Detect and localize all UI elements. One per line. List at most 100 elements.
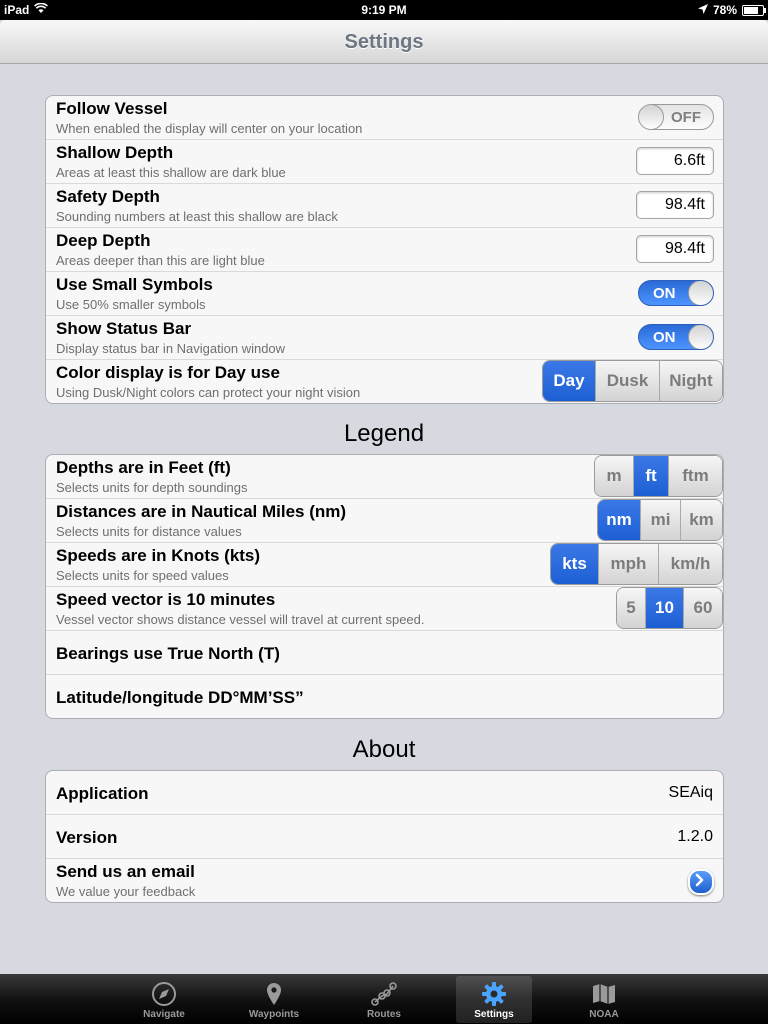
speed-vector-segmented: 5 10 60 [616, 587, 723, 629]
segment-10[interactable]: 10 [645, 588, 683, 628]
color-mode-segmented: Day Dusk Night [542, 360, 723, 402]
setting-subtitle: Sounding numbers at least this shallow a… [56, 209, 338, 224]
tab-label: Settings [474, 1009, 514, 1020]
setting-title: Use Small Symbols [56, 275, 213, 294]
status-bar: iPad 9:19 PM 78% [0, 0, 768, 20]
navigation-bar: Settings [0, 20, 768, 64]
gear-icon [482, 982, 506, 1006]
segment-km[interactable]: km [680, 500, 722, 540]
segment-kmh[interactable]: km/h [658, 544, 722, 584]
tab-label: Navigate [143, 1009, 185, 1020]
about-section-title: About [352, 736, 416, 763]
about-send-email[interactable]: Send us an email We value your feedback [46, 859, 723, 902]
tab-navigate[interactable]: Navigate [126, 976, 202, 1023]
segment-m[interactable]: m [595, 456, 633, 496]
about-version: Version 1.2.0 [46, 815, 723, 859]
shallow-depth-field[interactable]: 6.6ft [636, 147, 714, 175]
about-label: Application [56, 784, 149, 803]
switch-knob [639, 105, 664, 129]
segment-nm[interactable]: nm [598, 500, 640, 540]
setting-subtitle: Selects units for speed values [56, 568, 229, 583]
battery-icon [742, 4, 766, 16]
segment-night[interactable]: Night [659, 361, 722, 401]
disclosure-chevron-icon[interactable] [688, 869, 714, 895]
tab-label: NOAA [589, 1009, 619, 1020]
segment-ftm[interactable]: ftm [668, 456, 722, 496]
follow-vessel-switch[interactable]: OFF [638, 104, 714, 130]
setting-subtitle: Selects units for depth soundings [56, 480, 248, 495]
legend-speed-vector: Speed vector is 10 minutes Vessel vector… [46, 587, 723, 631]
setting-subtitle: Use 50% smaller symbols [56, 297, 206, 312]
safety-depth-field[interactable]: 98.4ft [636, 191, 714, 219]
tab-settings[interactable]: Settings [456, 976, 532, 1023]
deep-depth-field[interactable]: 98.4ft [636, 235, 714, 263]
tab-noaa[interactable]: NOAA [566, 976, 642, 1023]
segment-mi[interactable]: mi [640, 500, 680, 540]
settings-group: Follow Vessel When enabled the display w… [45, 95, 724, 404]
legend-latlon[interactable]: Latitude/longitude DD°MM’SS” [46, 675, 723, 718]
segment-mph[interactable]: mph [598, 544, 658, 584]
setting-subtitle: Using Dusk/Night colors can protect your… [56, 385, 361, 400]
distance-units-segmented: nm mi km [597, 499, 723, 541]
switch-state: ON [653, 285, 676, 302]
page-title: Settings [344, 31, 424, 53]
setting-subtitle: Vessel vector shows distance vessel will… [56, 612, 425, 627]
setting-subtitle: Display status bar in Navigation window [56, 341, 286, 356]
segment-dusk[interactable]: Dusk [595, 361, 659, 401]
speed-units-segmented: kts mph km/h [550, 543, 723, 585]
tab-waypoints[interactable]: Waypoints [236, 976, 312, 1023]
setting-subtitle: Areas deeper than this are light blue [56, 253, 265, 268]
legend-bearings[interactable]: Bearings use True North (T) [46, 631, 723, 675]
setting-deep-depth: Deep Depth Areas deeper than this are li… [46, 228, 723, 272]
switch-state: ON [653, 329, 676, 346]
setting-title: Color display is for Day use [56, 363, 280, 382]
setting-follow-vessel: Follow Vessel When enabled the display w… [46, 96, 723, 140]
depth-units-segmented: m ft ftm [594, 455, 723, 497]
setting-shallow-depth: Shallow Depth Areas at least this shallo… [46, 140, 723, 184]
settings-content[interactable]: Follow Vessel When enabled the display w… [0, 64, 768, 974]
switch-knob [688, 325, 713, 349]
about-group: Application SEAiq Version 1.2.0 Send us … [45, 770, 724, 903]
setting-title: Send us an email [56, 862, 195, 881]
about-label: Version [56, 828, 118, 847]
setting-title: Follow Vessel [56, 99, 168, 118]
setting-title: Speed vector is 10 minutes [56, 590, 276, 609]
legend-speeds: Speeds are in Knots (kts) Selects units … [46, 543, 723, 587]
setting-title: Bearings use True North (T) [56, 644, 280, 663]
map-pin-icon [267, 983, 281, 1005]
legend-section-title: Legend [343, 420, 425, 447]
setting-subtitle: Selects units for distance values [56, 524, 242, 539]
small-symbols-switch[interactable]: ON [638, 280, 714, 306]
setting-title: Shallow Depth [56, 143, 174, 162]
segment-60[interactable]: 60 [683, 588, 722, 628]
segment-day[interactable]: Day [543, 361, 595, 401]
battery-percent: 78% [712, 3, 737, 17]
setting-color-display: Color display is for Day use Using Dusk/… [46, 360, 723, 403]
about-application: Application SEAiq [46, 771, 723, 815]
switch-knob [688, 281, 713, 305]
route-icon [371, 982, 397, 1006]
setting-title: Deep Depth [56, 231, 151, 250]
segment-ft[interactable]: ft [633, 456, 668, 496]
setting-subtitle: When enabled the display will center on … [56, 121, 363, 136]
setting-title: Latitude/longitude DD°MM’SS” [56, 688, 304, 707]
chart-map-icon [593, 984, 615, 1004]
setting-small-symbols: Use Small Symbols Use 50% smaller symbol… [46, 272, 723, 316]
legend-depths: Depths are in Feet (ft) Selects units fo… [46, 455, 723, 499]
about-value: SEAiq [668, 784, 713, 801]
setting-title: Safety Depth [56, 187, 160, 206]
setting-safety-depth: Safety Depth Sounding numbers at least t… [46, 184, 723, 228]
setting-title: Speeds are in Knots (kts) [56, 546, 261, 565]
tab-bar: Navigate Waypoints Routes Settings NOAA [0, 974, 768, 1024]
segment-5[interactable]: 5 [617, 588, 645, 628]
setting-show-status-bar: Show Status Bar Display status bar in Na… [46, 316, 723, 360]
compass-icon [152, 982, 176, 1006]
clock: 9:19 PM [361, 3, 407, 17]
tab-routes[interactable]: Routes [346, 976, 422, 1023]
status-bar-switch[interactable]: ON [638, 324, 714, 350]
setting-subtitle: Areas at least this shallow are dark blu… [56, 165, 286, 180]
segment-kts[interactable]: kts [551, 544, 598, 584]
switch-state: OFF [671, 109, 701, 126]
tab-label: Routes [367, 1009, 401, 1020]
legend-group: Depths are in Feet (ft) Selects units fo… [45, 454, 724, 719]
